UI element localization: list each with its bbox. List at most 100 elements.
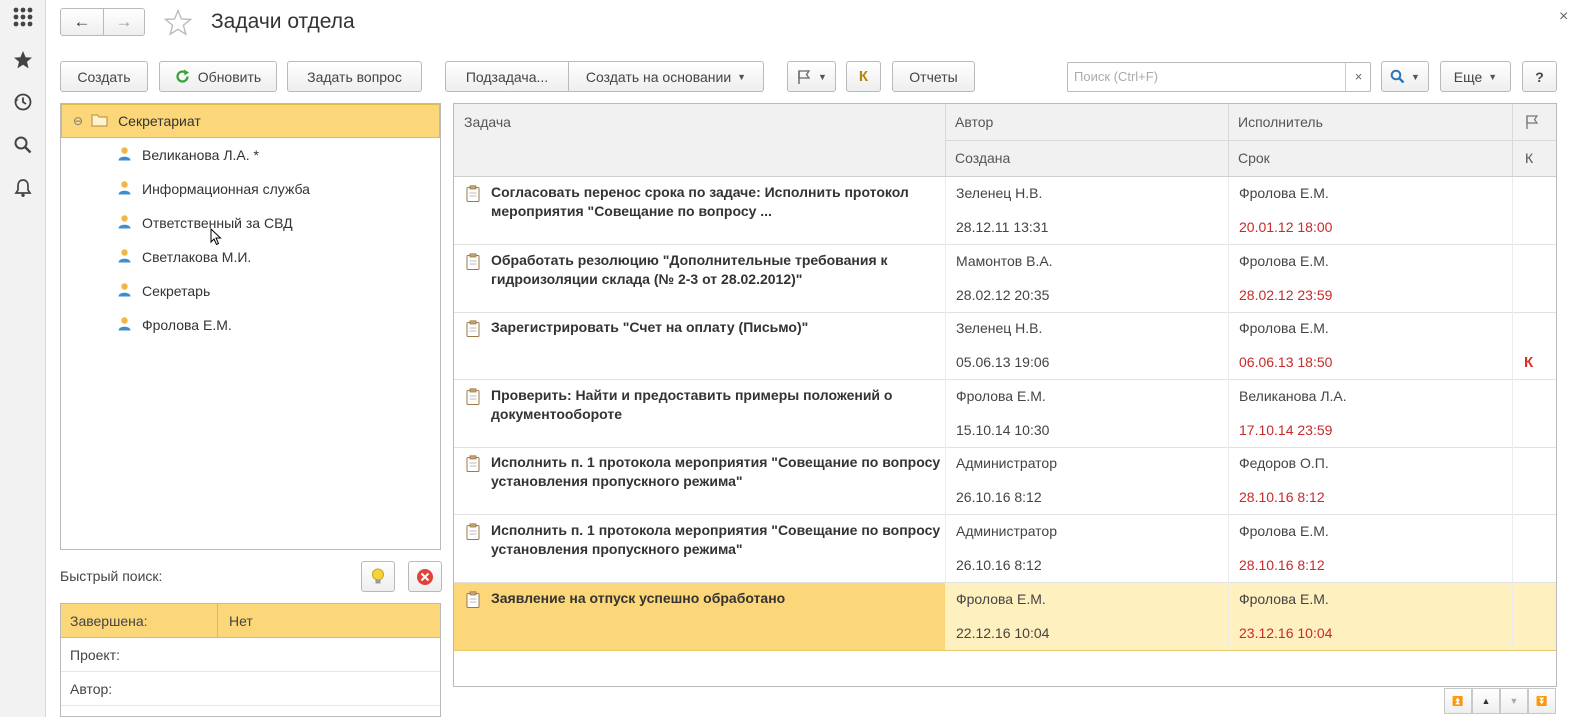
search-clear-button[interactable]: × xyxy=(1345,63,1371,91)
search-icon xyxy=(1390,69,1405,84)
lightbulb-icon xyxy=(371,568,385,586)
column-divider xyxy=(1512,177,1513,647)
author-cell: Фролова Е.М. xyxy=(956,387,1046,404)
tree-item[interactable]: Секретарь xyxy=(61,274,440,308)
table-row[interactable]: Зарегистрировать "Счет на оплату (Письмо… xyxy=(454,312,1556,381)
executor-cell: Фролова Е.М. xyxy=(1239,185,1329,201)
refresh-button[interactable]: Обновить xyxy=(159,61,277,92)
clear-filter-button[interactable] xyxy=(408,561,442,592)
close-window-button[interactable]: × xyxy=(1559,8,1568,26)
filter-row[interactable]: Проект: xyxy=(61,638,440,672)
table-row[interactable]: Обработать резолюцию "Дополнительные тре… xyxy=(454,245,1556,313)
tree-item[interactable]: Великанова Л.А. * xyxy=(61,138,440,172)
column-divider xyxy=(1228,177,1229,647)
main-area: ← → Задачи отдела × Создать Обновить Зад… xyxy=(46,0,1577,717)
chevron-down-icon: ▼ xyxy=(818,71,827,82)
executor-cell: Фролова Е.М. xyxy=(1239,523,1329,539)
header-executor[interactable]: Исполнитель xyxy=(1228,104,1323,140)
table-row[interactable]: Исполнить п. 1 протокола мероприятия "Со… xyxy=(454,515,1556,583)
notifications-bell-icon[interactable] xyxy=(0,178,46,198)
user-icon xyxy=(117,248,132,266)
tree-item[interactable]: Фролова Е.М. xyxy=(61,308,440,342)
header-created[interactable]: Создана xyxy=(945,140,1010,176)
search-options-button[interactable]: ▼ xyxy=(1381,61,1429,92)
search-input[interactable]: Поиск (Ctrl+F) xyxy=(1067,62,1371,92)
chevron-down-icon: ▼ xyxy=(1411,71,1420,82)
scroll-up-button[interactable]: ▲ xyxy=(1472,688,1500,714)
subtask-label: Подзадача... xyxy=(465,68,549,85)
created-cell: 26.10.16 8:12 xyxy=(956,557,1042,573)
forward-button[interactable]: → xyxy=(103,8,145,36)
table-row[interactable]: Согласовать перенос срока по задаче: Исп… xyxy=(454,177,1556,245)
task-title: Исполнить п. 1 протокола мероприятия "Со… xyxy=(491,454,941,490)
more-button[interactable]: Еще ▼ xyxy=(1440,61,1511,92)
user-icon xyxy=(117,214,132,232)
table-row[interactable]: Проверить: Найти и предоставить примеры … xyxy=(454,380,1556,448)
filter-value[interactable]: Нет xyxy=(218,613,253,629)
tree-item-label: Секретарь xyxy=(142,283,211,299)
task-clipboard-icon xyxy=(466,320,480,340)
task-cell[interactable]: Заявление на отпуск успешно обработано xyxy=(454,582,945,650)
scroll-to-top-button[interactable]: ⏫ xyxy=(1444,688,1472,714)
task-cell[interactable]: Согласовать перенос срока по задаче: Исп… xyxy=(454,177,945,244)
refresh-label: Обновить xyxy=(197,68,262,85)
scroll-to-bottom-button[interactable]: ⏬ xyxy=(1528,688,1556,714)
deadline-cell: 06.06.13 18:50 xyxy=(1239,354,1333,371)
department-tree: ⊖ Секретариат Великанова Л.А. * Информац… xyxy=(60,103,441,550)
author-cell: Зеленец Н.В. xyxy=(956,185,1043,201)
hint-lightbulb-button[interactable] xyxy=(361,561,395,592)
quick-search-table: Завершена: Нет Проект: Автор: xyxy=(60,603,441,717)
table-row[interactable]: Заявление на отпуск успешно обработано Фр… xyxy=(454,582,1556,651)
chevron-down-icon: ▼ xyxy=(1488,71,1498,82)
task-clipboard-icon xyxy=(466,185,480,205)
flag-dropdown-button[interactable]: ▼ xyxy=(787,61,836,92)
create-label: Создать xyxy=(77,68,131,85)
tree-item-label: Фролова Е.М. xyxy=(142,317,232,333)
create-button[interactable]: Создать xyxy=(60,61,148,92)
search-icon[interactable] xyxy=(0,135,46,155)
header-k[interactable]: К xyxy=(1512,140,1533,176)
k-control-button[interactable]: К xyxy=(846,61,881,92)
tasks-table: Задача Автор Создана Исполнитель Срок К … xyxy=(453,103,1557,687)
favorites-star-icon[interactable] xyxy=(0,50,46,70)
task-title: Зарегистрировать "Счет на оплату (Письмо… xyxy=(491,319,809,336)
task-cell[interactable]: Обработать резолюцию "Дополнительные тре… xyxy=(454,245,945,312)
task-cell[interactable]: Проверить: Найти и предоставить примеры … xyxy=(454,380,945,447)
filter-row[interactable]: Автор: xyxy=(61,672,440,706)
header-flag-icon[interactable] xyxy=(1512,104,1540,140)
header-author[interactable]: Автор xyxy=(945,104,993,140)
filter-row[interactable]: Завершена: Нет xyxy=(61,603,440,638)
header-row-divider xyxy=(945,140,1556,141)
executor-cell: Фролова Е.М. xyxy=(1239,320,1329,337)
ask-question-button[interactable]: Задать вопрос xyxy=(287,61,422,92)
collapse-icon[interactable]: ⊖ xyxy=(73,114,83,128)
table-row[interactable]: Исполнить п. 1 протокола мероприятия "Со… xyxy=(454,447,1556,516)
scroll-down-button[interactable]: ▼ xyxy=(1500,688,1528,714)
subtask-button[interactable]: Подзадача... xyxy=(445,61,569,92)
page-title: Задачи отдела xyxy=(211,10,355,33)
tree-item[interactable]: Информационная служба xyxy=(61,172,440,206)
reports-button[interactable]: Отчеты xyxy=(892,61,975,92)
header-task[interactable]: Задача xyxy=(454,104,511,140)
deadline-cell: 17.10.14 23:59 xyxy=(1239,421,1333,438)
task-cell[interactable]: Исполнить п. 1 протокола мероприятия "Со… xyxy=(454,447,945,514)
deadline-cell: 28.02.12 23:59 xyxy=(1239,286,1333,303)
apps-grid-icon[interactable] xyxy=(0,6,46,28)
task-title: Заявление на отпуск успешно обработано xyxy=(491,589,786,606)
author-cell: Администратор xyxy=(956,455,1058,472)
back-button[interactable]: ← xyxy=(60,8,104,36)
create-based-on-button[interactable]: Создать на основании ▼ xyxy=(568,61,764,92)
tree-item[interactable]: Светлакова М.И. xyxy=(61,240,440,274)
author-cell: Мамонтов В.А. xyxy=(956,252,1053,269)
task-clipboard-icon xyxy=(466,523,480,543)
refresh-icon xyxy=(175,69,190,84)
history-clock-icon[interactable] xyxy=(0,92,46,112)
task-cell[interactable]: Зарегистрировать "Счет на оплату (Письмо… xyxy=(454,312,945,379)
forward-arrow-icon: → xyxy=(115,12,133,31)
help-button[interactable]: ? xyxy=(1522,61,1557,92)
task-cell[interactable]: Исполнить п. 1 протокола мероприятия "Со… xyxy=(454,515,945,582)
header-deadline[interactable]: Срок xyxy=(1228,140,1270,176)
tree-item[interactable]: Ответственный за СВД xyxy=(61,206,440,240)
add-favorite-star-icon[interactable] xyxy=(163,8,193,39)
tree-root-secretariat[interactable]: ⊖ Секретариат xyxy=(61,104,440,138)
